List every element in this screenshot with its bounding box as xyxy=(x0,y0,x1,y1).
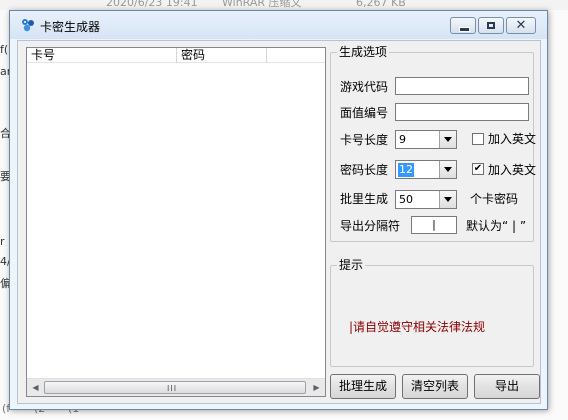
column-header-password[interactable]: 密码 xyxy=(177,48,267,63)
close-button[interactable]: ✕ xyxy=(506,17,536,34)
bg-fragment: r xyxy=(0,235,5,248)
bg-date: 2020/6/23 19:41 xyxy=(106,0,198,9)
background-file-row: 2020/6/23 19:41 WinRAR 压缩文 6,267 KB xyxy=(0,0,568,10)
face-value-input[interactable] xyxy=(395,103,529,121)
card-generator-window: 卡密生成器 ✕ 卡号 密码 ◀ III ▶ 生成选项 游戏代码 面值编号 卡号长… xyxy=(9,10,548,410)
card-length-label: 卡号长度 xyxy=(340,133,389,147)
tip-group: 提示 |请自觉遵守相关法律法规 xyxy=(330,258,534,367)
card-list[interactable]: 卡号 密码 ◀ III ▶ xyxy=(26,47,326,397)
scrollbar-thumb[interactable]: III xyxy=(44,381,306,394)
game-code-input[interactable] xyxy=(395,77,529,95)
maximize-button[interactable] xyxy=(478,17,504,34)
batch-generate-button[interactable]: 批理生成 xyxy=(330,374,396,399)
face-value-label: 面值编号 xyxy=(340,106,389,120)
window-title: 卡密生成器 xyxy=(40,20,101,34)
card-length-select[interactable]: 9 xyxy=(395,130,457,149)
client-area: 卡号 密码 ◀ III ▶ 生成选项 游戏代码 面值编号 卡号长度 9 加入英文… xyxy=(17,40,541,404)
maximize-icon xyxy=(487,22,495,29)
title-bar[interactable]: 卡密生成器 ✕ xyxy=(10,11,547,39)
chevron-down-icon[interactable] xyxy=(439,131,456,148)
chevron-down-icon[interactable] xyxy=(439,161,456,178)
batch-count-select[interactable]: 50 xyxy=(395,190,457,209)
bg-filesize: 6,267 KB xyxy=(356,0,406,9)
bg-filetype: WinRAR 压缩文 xyxy=(222,0,302,9)
column-header-card-number[interactable]: 卡号 xyxy=(27,48,177,63)
password-length-select[interactable]: 12 xyxy=(395,160,457,179)
minimize-button[interactable] xyxy=(450,17,476,34)
separator-default-hint: 默认为“ | ” xyxy=(466,219,527,233)
game-code-label: 游戏代码 xyxy=(340,80,389,94)
close-icon: ✕ xyxy=(515,18,527,33)
password-length-value: 12 xyxy=(398,163,414,177)
card-length-value: 9 xyxy=(399,133,406,146)
group-legend: 生成选项 xyxy=(337,45,390,59)
export-button[interactable]: 导出 xyxy=(474,374,540,399)
clear-list-button[interactable]: 清空列表 xyxy=(402,374,468,399)
minimize-icon xyxy=(459,27,470,32)
scroll-left-icon[interactable]: ◀ xyxy=(27,379,44,396)
tip-legend: 提示 xyxy=(337,258,366,272)
list-header: 卡号 密码 xyxy=(27,48,325,63)
generate-options-group: 生成选项 游戏代码 面值编号 卡号长度 9 加入英文 密码长度 12 ✔ 加入英… xyxy=(330,45,536,242)
card-add-english-label[interactable]: 加入英文 xyxy=(488,132,536,146)
app-icon xyxy=(22,19,34,32)
legal-notice-text: |请自觉遵守相关法律法规 xyxy=(349,320,486,334)
horizontal-scrollbar[interactable]: ◀ III ▶ xyxy=(27,378,325,396)
card-add-english-checkbox[interactable] xyxy=(472,133,484,145)
batch-count-label: 批里生成 xyxy=(340,192,389,206)
password-length-label: 密码长度 xyxy=(340,163,389,177)
separator-label: 导出分隔符 xyxy=(340,219,401,233)
chevron-down-icon[interactable] xyxy=(439,191,456,208)
scroll-grip: III xyxy=(167,384,178,393)
password-add-english-label[interactable]: 加入英文 xyxy=(488,163,536,177)
batch-unit-label: 个卡密码 xyxy=(470,192,519,206)
separator-input[interactable]: | xyxy=(411,216,457,234)
password-add-english-checkbox[interactable]: ✔ xyxy=(472,163,484,175)
batch-count-value: 50 xyxy=(399,193,413,206)
scroll-right-icon[interactable]: ▶ xyxy=(308,379,325,396)
